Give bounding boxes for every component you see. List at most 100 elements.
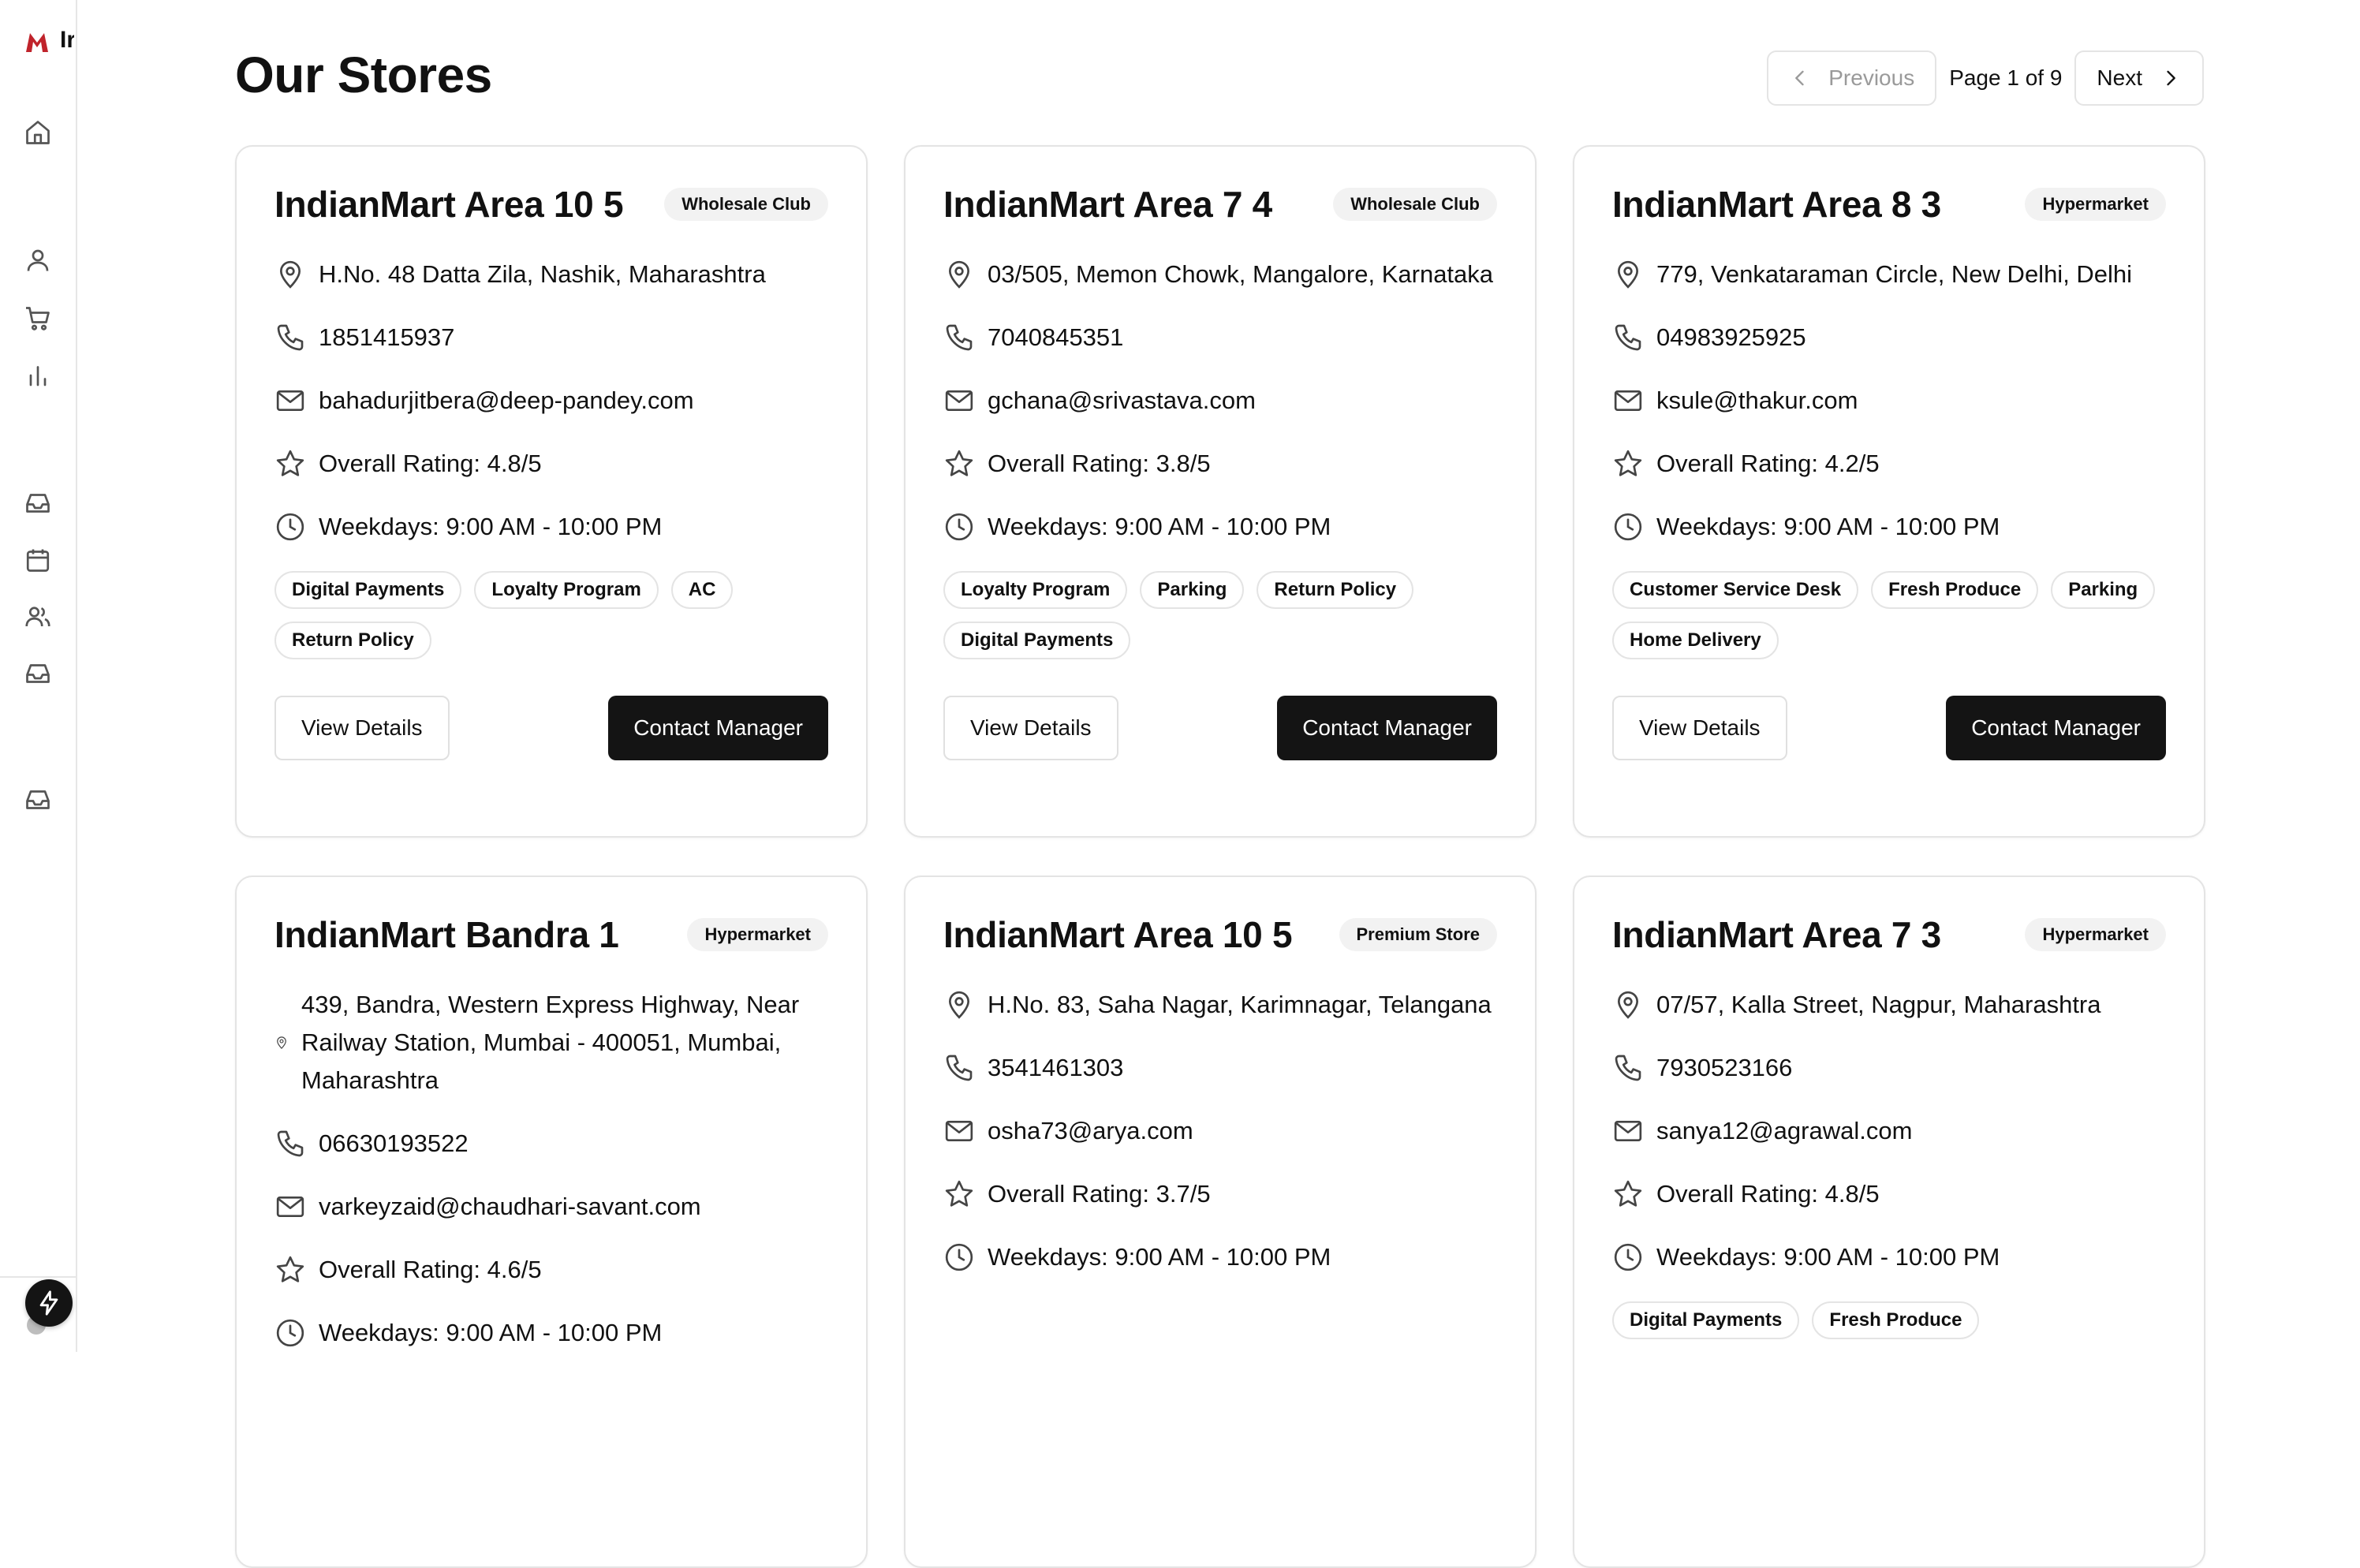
hours-row: Weekdays: 9:00 AM - 10:00 PM	[943, 508, 1497, 546]
contact-manager-button[interactable]: Contact Manager	[1277, 696, 1497, 760]
store-card: IndianMart Area 8 3 Hypermarket 779, Ven…	[1573, 145, 2205, 838]
store-address: 439, Bandra, Western Express Highway, Ne…	[301, 991, 800, 1094]
store-phone: 06630193522	[319, 1129, 469, 1157]
feature-tag: Return Policy	[1257, 571, 1414, 609]
rating-row: Overall Rating: 4.6/5	[274, 1251, 828, 1289]
store-type-badge: Premium Store	[1339, 918, 1497, 951]
email-row: bahadurjitbera@deep-pandey.com	[274, 382, 828, 420]
cart-icon[interactable]	[24, 304, 52, 333]
feature-tag: Digital Payments	[274, 571, 462, 609]
star-icon	[274, 448, 306, 480]
feature-tag: Digital Payments	[1612, 1301, 1800, 1339]
phone-icon	[943, 322, 975, 353]
store-hours: Weekdays: 9:00 AM - 10:00 PM	[319, 1319, 663, 1346]
feature-tag: Home Delivery	[1612, 622, 1779, 659]
store-phone: 1851415937	[319, 323, 455, 351]
clock-icon	[274, 1317, 306, 1349]
quick-action-button[interactable]	[25, 1279, 73, 1327]
star-icon	[943, 448, 975, 480]
star-icon	[1612, 448, 1644, 480]
store-rating: Overall Rating: 4.2/5	[1656, 450, 1880, 477]
next-page-button[interactable]: Next	[2074, 50, 2204, 106]
store-card: IndianMart Area 10 5 Wholesale Club H.No…	[235, 145, 868, 838]
mail-icon	[1612, 385, 1644, 416]
chart-icon[interactable]	[24, 361, 52, 390]
store-address: 779, Venkataraman Circle, New Delhi, Del…	[1656, 260, 2133, 288]
store-rating: Overall Rating: 3.7/5	[988, 1180, 1211, 1208]
store-name: IndianMart Area 7 4	[943, 184, 1272, 225]
phone-icon	[1612, 1052, 1644, 1084]
store-email: gchana@srivastava.com	[988, 386, 1256, 414]
phone-icon	[274, 322, 306, 353]
inbox-icon[interactable]	[24, 659, 52, 688]
view-details-button[interactable]: View Details	[943, 696, 1118, 760]
feature-tag: Fresh Produce	[1812, 1301, 1980, 1339]
inbox-icon[interactable]	[24, 489, 52, 517]
hours-row: Weekdays: 9:00 AM - 10:00 PM	[943, 1238, 1497, 1276]
store-phone: 04983925925	[1656, 323, 1806, 351]
address-row: H.No. 83, Saha Nagar, Karimnagar, Telang…	[943, 986, 1497, 1024]
feature-tag: Parking	[2051, 571, 2156, 609]
clock-icon	[943, 1241, 975, 1273]
address-row: 779, Venkataraman Circle, New Delhi, Del…	[1612, 256, 2166, 293]
store-type-badge: Hypermarket	[2025, 918, 2166, 951]
store-email: bahadurjitbera@deep-pandey.com	[319, 386, 694, 414]
address-row: 439, Bandra, Western Express Highway, Ne…	[274, 986, 828, 1099]
feature-tag: Return Policy	[274, 622, 431, 659]
store-rating: Overall Rating: 4.8/5	[1656, 1180, 1880, 1208]
store-type-badge: Wholesale Club	[1333, 188, 1497, 221]
rating-row: Overall Rating: 3.7/5	[943, 1175, 1497, 1213]
store-address: 07/57, Kalla Street, Nagpur, Maharashtra	[1656, 991, 2101, 1018]
home-icon[interactable]	[24, 118, 52, 147]
email-row: ksule@thakur.com	[1612, 382, 2166, 420]
chevron-right-icon	[2142, 67, 2182, 89]
phone-row: 04983925925	[1612, 319, 2166, 357]
store-rating: Overall Rating: 3.8/5	[988, 450, 1211, 477]
inbox-icon[interactable]	[24, 786, 52, 814]
phone-icon	[1612, 322, 1644, 353]
map-pin-icon	[1612, 259, 1644, 290]
mail-icon	[274, 1191, 306, 1223]
feature-tag: Fresh Produce	[1871, 571, 2039, 609]
users-icon[interactable]	[24, 603, 52, 631]
page-title: Our Stores	[235, 47, 492, 103]
address-row: H.No. 48 Datta Zila, Nashik, Maharashtra	[274, 256, 828, 293]
store-rating: Overall Rating: 4.6/5	[319, 1256, 542, 1283]
page-indicator: Page 1 of 9	[1949, 65, 2063, 90]
contact-manager-button[interactable]: Contact Manager	[1946, 696, 2166, 760]
view-details-button[interactable]: View Details	[274, 696, 450, 760]
view-details-button[interactable]: View Details	[1612, 696, 1787, 760]
email-row: varkeyzaid@chaudhari-savant.com	[274, 1188, 828, 1226]
store-address: H.No. 48 Datta Zila, Nashik, Maharashtra	[319, 260, 766, 288]
phone-row: 7040845351	[943, 319, 1497, 357]
address-row: 03/505, Memon Chowk, Mangalore, Karnatak…	[943, 256, 1497, 293]
store-phone: 3541461303	[988, 1054, 1124, 1081]
phone-icon	[943, 1052, 975, 1084]
brand-logo-icon[interactable]	[24, 30, 50, 54]
hours-row: Weekdays: 9:00 AM - 10:00 PM	[1612, 1238, 2166, 1276]
pagination: Previous Page 1 of 9 Next	[1767, 50, 2204, 106]
sidebar: Ir	[0, 0, 77, 1352]
star-icon	[1612, 1178, 1644, 1210]
previous-label: Previous	[1828, 65, 1915, 90]
store-email: osha73@arya.com	[988, 1117, 1193, 1144]
previous-page-button[interactable]: Previous	[1767, 50, 1937, 106]
map-pin-icon	[274, 1036, 289, 1050]
store-email: ksule@thakur.com	[1656, 386, 1858, 414]
calendar-icon[interactable]	[24, 546, 52, 574]
mail-icon	[943, 1115, 975, 1147]
contact-manager-button[interactable]: Contact Manager	[608, 696, 828, 760]
store-type-badge: Wholesale Club	[664, 188, 828, 221]
clock-icon	[274, 511, 306, 543]
feature-tag: Parking	[1140, 571, 1245, 609]
store-hours: Weekdays: 9:00 AM - 10:00 PM	[988, 513, 1331, 540]
store-address: H.No. 83, Saha Nagar, Karimnagar, Telang…	[988, 991, 1492, 1018]
mail-icon	[943, 385, 975, 416]
rating-row: Overall Rating: 4.8/5	[1612, 1175, 2166, 1213]
star-icon	[274, 1254, 306, 1286]
user-icon[interactable]	[24, 246, 52, 274]
store-phone: 7040845351	[988, 323, 1124, 351]
feature-tags: Customer Service Desk Fresh Produce Park…	[1612, 571, 2166, 659]
store-rating: Overall Rating: 4.8/5	[319, 450, 542, 477]
store-name: IndianMart Area 8 3	[1612, 184, 1941, 225]
